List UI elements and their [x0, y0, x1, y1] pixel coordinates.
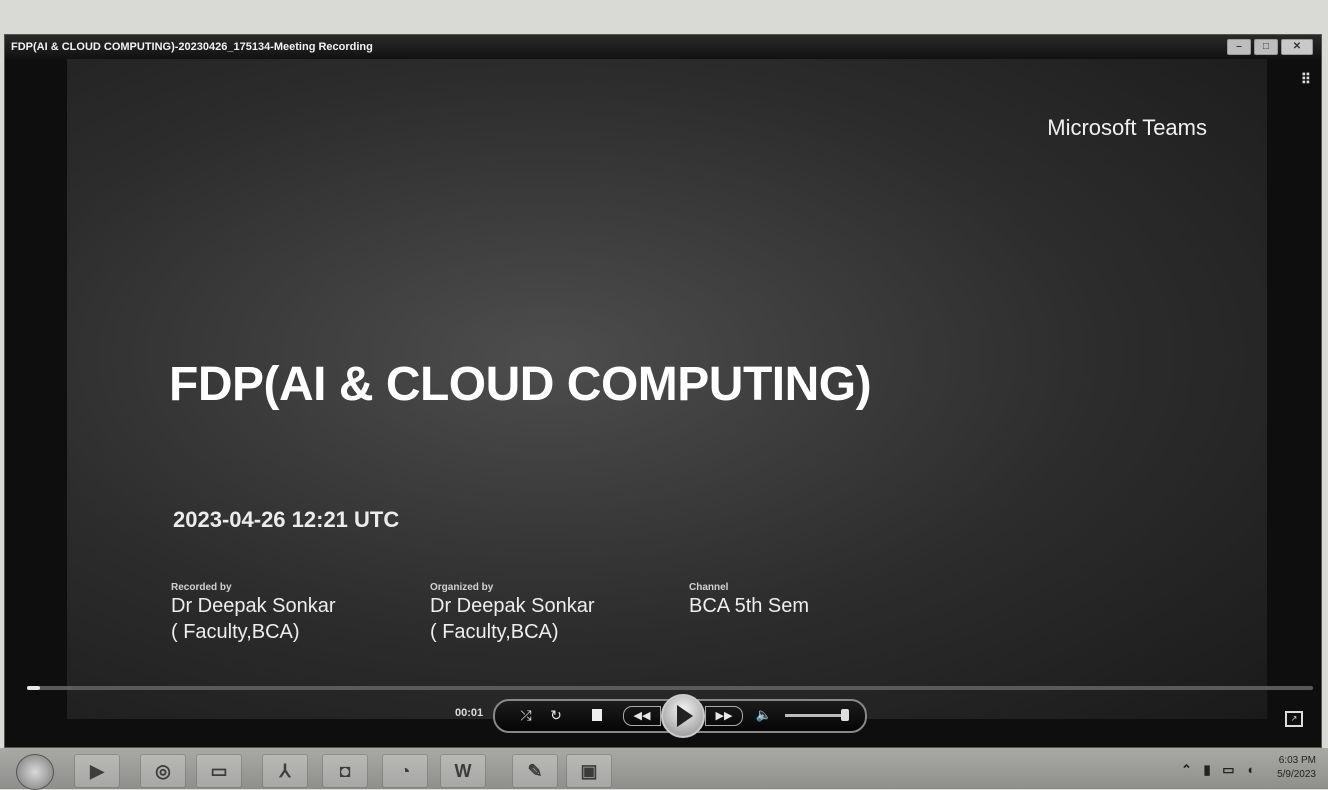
previous-icon[interactable]: ◀◀: [623, 706, 661, 726]
folder-icon[interactable]: ▭: [196, 754, 242, 788]
acrobat-icon[interactable]: ⅄: [262, 754, 308, 788]
playback-controls: ⤮ ↻ ◀◀ ▶▶ 🔈: [493, 694, 867, 738]
paint-icon[interactable]: ✎: [512, 754, 558, 788]
taskbar: ▶ ◎ ▭ ⅄ ◘ ◔ W ✎ ▣ ⌃ ▮ ▭ ◖ 6:03 PM 5/9/20…: [0, 748, 1328, 790]
minimize-button[interactable]: –: [1227, 39, 1251, 55]
chrome-icon[interactable]: ◎: [140, 754, 186, 788]
start-orb[interactable]: [16, 754, 54, 790]
close-button[interactable]: ✕: [1281, 39, 1313, 55]
word-icon[interactable]: W: [440, 754, 486, 788]
volume-icon[interactable]: 🔈: [753, 706, 775, 724]
slide-title: FDP(AI & CLOUD COMPUTING): [169, 358, 872, 411]
system-tray[interactable]: ⌃ ▮ ▭ ◖: [1181, 762, 1258, 778]
recording-date: 2023-04-26 12:21 UTC: [173, 507, 400, 532]
volume-knob[interactable]: [841, 709, 849, 721]
stop-icon[interactable]: [589, 706, 605, 724]
channel-name: BCA 5th Sem: [689, 595, 810, 617]
camera-icon[interactable]: ◘: [322, 754, 368, 788]
clock-time: 6:03 PM: [1278, 755, 1316, 766]
organized-by-role: ( Faculty,BCA): [430, 621, 559, 643]
volume-slider[interactable]: [785, 709, 849, 721]
fullscreen-icon[interactable]: ↗: [1285, 711, 1303, 727]
shuffle-icon[interactable]: ⤮: [515, 706, 537, 724]
seek-bar[interactable]: [27, 686, 1313, 690]
clock[interactable]: 6:03 PM 5/9/2023: [1277, 754, 1316, 782]
window-title: FDP(AI & CLOUD COMPUTING)-20230426_17513…: [11, 41, 373, 53]
maximize-button[interactable]: □: [1254, 39, 1278, 55]
recorded-by-block: Recorded by Dr Deepak Sonkar ( Faculty,B…: [171, 582, 336, 645]
recorded-by-label: Recorded by: [171, 582, 232, 593]
repeat-icon[interactable]: ↻: [545, 706, 567, 724]
recorded-by-name: Dr Deepak Sonkar: [171, 595, 336, 617]
title-bar[interactable]: FDP(AI & CLOUD COMPUTING)-20230426_17513…: [5, 35, 1321, 59]
video-area[interactable]: Microsoft Teams FDP(AI & CLOUD COMPUTING…: [67, 59, 1267, 719]
play-icon[interactable]: [661, 694, 705, 738]
seek-progress: [27, 686, 40, 690]
window-controls: – □ ✕: [1227, 39, 1313, 55]
organized-by-block: Organized by Dr Deepak Sonkar ( Faculty,…: [430, 582, 595, 645]
channel-block: Channel BCA 5th Sem: [689, 582, 809, 619]
next-icon[interactable]: ▶▶: [705, 706, 743, 726]
channel-label: Channel: [689, 582, 729, 593]
organized-by-name: Dr Deepak Sonkar: [430, 595, 595, 617]
media-player-icon[interactable]: ▶: [74, 754, 120, 788]
clock-date: 5/9/2023: [1277, 769, 1316, 780]
organized-by-label: Organized by: [430, 582, 494, 593]
current-time: 00:01: [455, 707, 484, 719]
media-player-window: FDP(AI & CLOUD COMPUTING)-20230426_17513…: [4, 34, 1322, 748]
recorded-by-role: ( Faculty,BCA): [171, 621, 300, 643]
teams-brand: Microsoft Teams: [1047, 115, 1207, 140]
media-center-icon[interactable]: ◔: [382, 754, 428, 788]
switch-view-icon[interactable]: ⠿: [1301, 71, 1311, 88]
photo-editor-icon[interactable]: ▣: [566, 754, 612, 788]
